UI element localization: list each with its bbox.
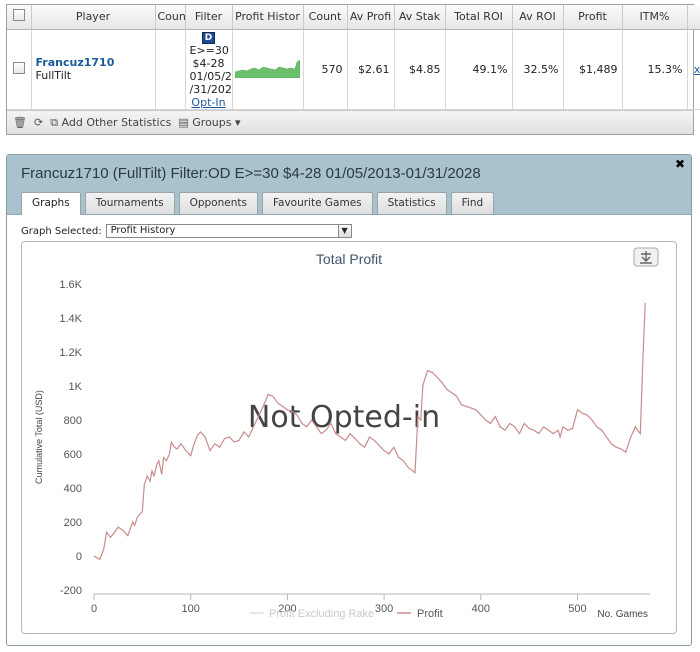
filter-cell: D E>=30 $4-28 01/05/2 /31/202 Opt-In <box>185 29 233 110</box>
col-av-stake[interactable]: Av Stak <box>394 5 446 30</box>
tab-find[interactable]: Find <box>450 192 495 214</box>
legend-item-profit: Profit <box>417 608 443 620</box>
tab-statistics[interactable]: Statistics <box>376 192 447 214</box>
col-player[interactable]: Player <box>31 5 156 30</box>
y-tick-label: 800 <box>64 415 82 427</box>
row-checkbox[interactable] <box>12 61 25 74</box>
player-name-link[interactable]: Francuz1710 <box>36 56 151 69</box>
legend-item-rake: Profit Excluding Rake <box>269 608 374 620</box>
tab-opponents[interactable]: Opponents <box>178 192 258 214</box>
av-profit-cell: $2.61 <box>347 29 395 110</box>
trash-icon[interactable]: 🗑 <box>13 116 27 129</box>
add-stats-label: Add Other Statistics <box>61 115 172 129</box>
remove-row-button[interactable]: x <box>687 29 700 110</box>
col-itm[interactable]: ITM% <box>622 5 688 30</box>
col-count[interactable]: Count <box>303 5 348 30</box>
refresh-icon[interactable]: ⟳ <box>34 116 43 129</box>
profit-cell: $1,489 <box>563 29 623 110</box>
dropdown-arrow-icon[interactable]: ▼ <box>337 225 351 237</box>
filter-line: /31/202 <box>189 82 232 96</box>
y-tick-label: -200 <box>60 585 82 597</box>
groups-label: Groups <box>192 116 232 129</box>
table-row[interactable]: Francuz1710 FullTilt D E>=30 $4-28 01/05… <box>7 29 700 110</box>
not-opted-in-watermark: Not Opted-in <box>248 400 440 435</box>
y-tick-label: 600 <box>64 449 82 461</box>
profit-sparkline[interactable] <box>234 58 300 78</box>
opt-in-link[interactable]: Opt-In <box>191 96 225 109</box>
results-toolbar: 🗑 ⟳ ⧉ Add Other Statistics ▤ Groups ▾ <box>7 110 693 134</box>
filter-line: E>=30 <box>189 43 229 57</box>
filter-line: 01/05/2 <box>189 69 232 83</box>
col-profit[interactable]: Profit <box>563 5 623 30</box>
window-tabs: Graphs Tournaments Opponents Favourite G… <box>21 192 495 215</box>
col-av-roi[interactable]: Av ROI <box>512 5 564 30</box>
select-all-checkbox[interactable] <box>12 9 25 22</box>
itm-cell: 15.3% <box>622 29 688 110</box>
total-roi-cell: 49.1% <box>445 29 513 110</box>
country-cell <box>155 29 186 110</box>
add-stats-button[interactable]: ⧉ Add Other Statistics <box>50 116 171 130</box>
select-all-header[interactable] <box>7 5 32 30</box>
y-tick-label: 1.6K <box>59 279 82 291</box>
results-panel: Player Coun Filter Profit Histor Count A… <box>6 4 700 135</box>
window-icon: ⧉ <box>50 115 59 129</box>
chevron-down-icon: ▾ <box>235 116 241 129</box>
y-tick-label: 1.4K <box>59 313 82 325</box>
chart-title: Total Profit <box>316 251 382 267</box>
graph-select-value: Profit History <box>110 225 176 236</box>
graph-select-label: Graph Selected: <box>21 225 102 237</box>
x-tick-label: 100 <box>182 603 200 615</box>
groups-button[interactable]: ▤ Groups ▾ <box>178 116 240 129</box>
filter-line: $4-28 <box>192 56 225 70</box>
results-table: Player Coun Filter Profit Histor Count A… <box>7 5 700 110</box>
tab-favourite-games[interactable]: Favourite Games <box>261 192 373 214</box>
tab-graphs[interactable]: Graphs <box>21 192 81 215</box>
graph-select-row: Graph Selected: Profit History ▼ <box>21 224 352 238</box>
col-remove <box>687 5 700 30</box>
save-icon: ▤ <box>178 116 189 129</box>
x-tick-label: 500 <box>568 603 586 615</box>
y-tick-label: 200 <box>64 517 82 529</box>
player-site: FullTilt <box>35 69 72 82</box>
y-tick-label: 400 <box>64 483 82 495</box>
y-axis-label: Cumulative Total (USD) <box>34 390 44 484</box>
y-tick-label: 1.2K <box>59 347 82 359</box>
col-profit-history[interactable]: Profit Histor <box>232 5 304 30</box>
av-roi-cell: 32.5% <box>512 29 564 110</box>
av-stake-cell: $4.85 <box>394 29 446 110</box>
tab-tournaments[interactable]: Tournaments <box>84 192 175 214</box>
col-country[interactable]: Coun <box>155 5 186 30</box>
y-tick-label: 1K <box>69 381 83 393</box>
col-filter[interactable]: Filter <box>185 5 233 30</box>
x-axis-label: No. Games <box>597 609 648 620</box>
col-av-profit[interactable]: Av Profi <box>347 5 395 30</box>
x-tick-label: 300 <box>375 603 393 615</box>
filter-badge[interactable]: D <box>201 31 216 44</box>
player-window: Francuz1710 (FullTilt) Filter:OD E>=30 $… <box>6 154 692 646</box>
x-tick-label: 0 <box>91 603 97 615</box>
profit-history-cell <box>232 29 304 110</box>
y-tick-label: 0 <box>76 551 82 563</box>
col-total-roi[interactable]: Total ROI <box>445 5 513 30</box>
graph-select-dropdown[interactable]: Profit History ▼ <box>105 224 352 238</box>
chart-container: Total Profit -200 0 200 400 600 800 1K 1.2K 1.4K 1… <box>21 241 677 634</box>
count-cell: 570 <box>303 29 348 110</box>
profit-chart: Total Profit -200 0 200 400 600 800 1K 1.2K 1.4K 1… <box>34 247 659 620</box>
close-icon[interactable]: ✖ <box>675 157 685 171</box>
window-header: Francuz1710 (FullTilt) Filter:OD E>=30 $… <box>7 155 691 215</box>
window-title: Francuz1710 (FullTilt) Filter:OD E>=30 $… <box>21 165 481 182</box>
x-tick-label: 400 <box>472 603 490 615</box>
